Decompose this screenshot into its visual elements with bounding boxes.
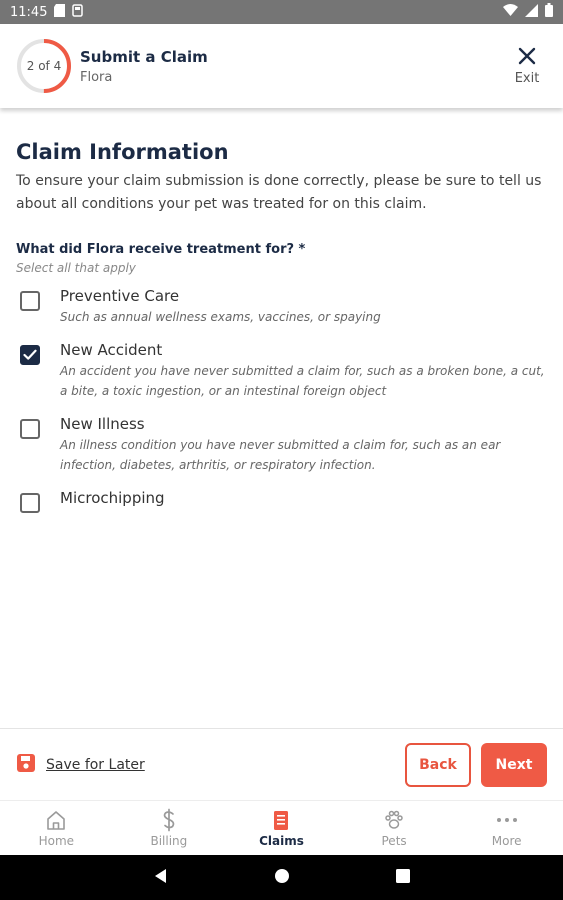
page-description: To ensure your claim submission is done …: [16, 173, 542, 212]
option-new-illness[interactable]: New Illness An illness condition you hav…: [16, 415, 547, 475]
nav-home[interactable]: Home: [0, 801, 113, 855]
microchipping-checkbox[interactable]: [20, 493, 40, 513]
new-illness-checkbox[interactable]: [20, 419, 40, 439]
step-progress-ring: 2 of 4: [16, 38, 72, 94]
checkmark-icon: [23, 349, 37, 360]
option-description: Such as annual wellness exams, vaccines,…: [60, 310, 381, 324]
exit-button[interactable]: Exit: [507, 47, 547, 86]
option-label: New Accident: [60, 341, 163, 359]
recents-square-icon[interactable]: [396, 868, 411, 887]
treatment-options: Preventive Care Such as annual wellness …: [16, 287, 547, 513]
claim-information-section: Claim Information To ensure your claim s…: [16, 140, 547, 527]
nav-label: Pets: [381, 834, 407, 848]
save-icon: [16, 753, 36, 777]
bottom-navigation: Home Billing Claims Pets More: [0, 800, 563, 855]
status-time: 11:45: [10, 4, 48, 20]
close-icon: [518, 47, 536, 69]
option-label: New Illness: [60, 415, 145, 433]
status-bar: 11:45: [0, 0, 563, 24]
new-accident-checkbox[interactable]: [20, 345, 40, 365]
header-pet-name: Flora: [80, 69, 113, 85]
treatment-question: What did Flora receive treatment for? *: [16, 242, 306, 257]
nav-pets[interactable]: Pets: [338, 801, 451, 855]
nav-label: Claims: [259, 834, 304, 848]
nav-label: Home: [38, 834, 75, 848]
home-icon: [45, 808, 67, 832]
next-button[interactable]: Next: [481, 742, 547, 787]
sd-card-icon: [54, 3, 66, 21]
option-label: Preventive Care: [60, 287, 180, 305]
option-description: An accident you have never submitted a c…: [60, 364, 545, 398]
claims-document-icon: [271, 808, 291, 832]
nav-label: More: [491, 834, 522, 848]
step-progress-text: 2 of 4: [26, 59, 62, 73]
option-description: An illness condition you have never subm…: [60, 438, 501, 472]
signal-icon: [525, 3, 538, 21]
option-microchipping[interactable]: Microchipping: [16, 489, 547, 513]
dollar-icon: [158, 808, 180, 832]
header-title: Submit a Claim: [80, 47, 208, 66]
nav-label: Billing: [150, 834, 188, 848]
save-for-later-label: Save for Later: [46, 756, 145, 773]
option-label: Microchipping: [60, 489, 165, 507]
nav-more[interactable]: More: [450, 801, 563, 855]
save-for-later-link[interactable]: Save for Later: [16, 753, 145, 777]
storage-icon: [72, 3, 84, 21]
nav-claims[interactable]: Claims: [225, 801, 338, 855]
exit-label: Exit: [514, 70, 540, 86]
more-dots-icon: [495, 808, 519, 832]
option-preventive-care[interactable]: Preventive Care Such as annual wellness …: [16, 287, 547, 327]
treatment-hint: Select all that apply: [16, 261, 136, 275]
option-new-accident[interactable]: New Accident An accident you have never …: [16, 341, 547, 401]
nav-billing[interactable]: Billing: [113, 801, 226, 855]
battery-icon: [545, 3, 553, 21]
system-navigation-bar: [0, 855, 563, 900]
preventive-care-checkbox[interactable]: [20, 291, 40, 311]
back-button[interactable]: Back: [405, 742, 471, 787]
claim-header: 2 of 4 Submit a Claim Flora Exit: [0, 24, 563, 108]
action-bar: Save for Later Back Next: [0, 728, 563, 800]
page-title: Claim Information: [16, 140, 229, 164]
home-circle-icon[interactable]: [274, 868, 290, 888]
back-triangle-icon[interactable]: [153, 868, 169, 888]
paw-icon: [383, 808, 405, 832]
wifi-icon: [503, 4, 518, 20]
